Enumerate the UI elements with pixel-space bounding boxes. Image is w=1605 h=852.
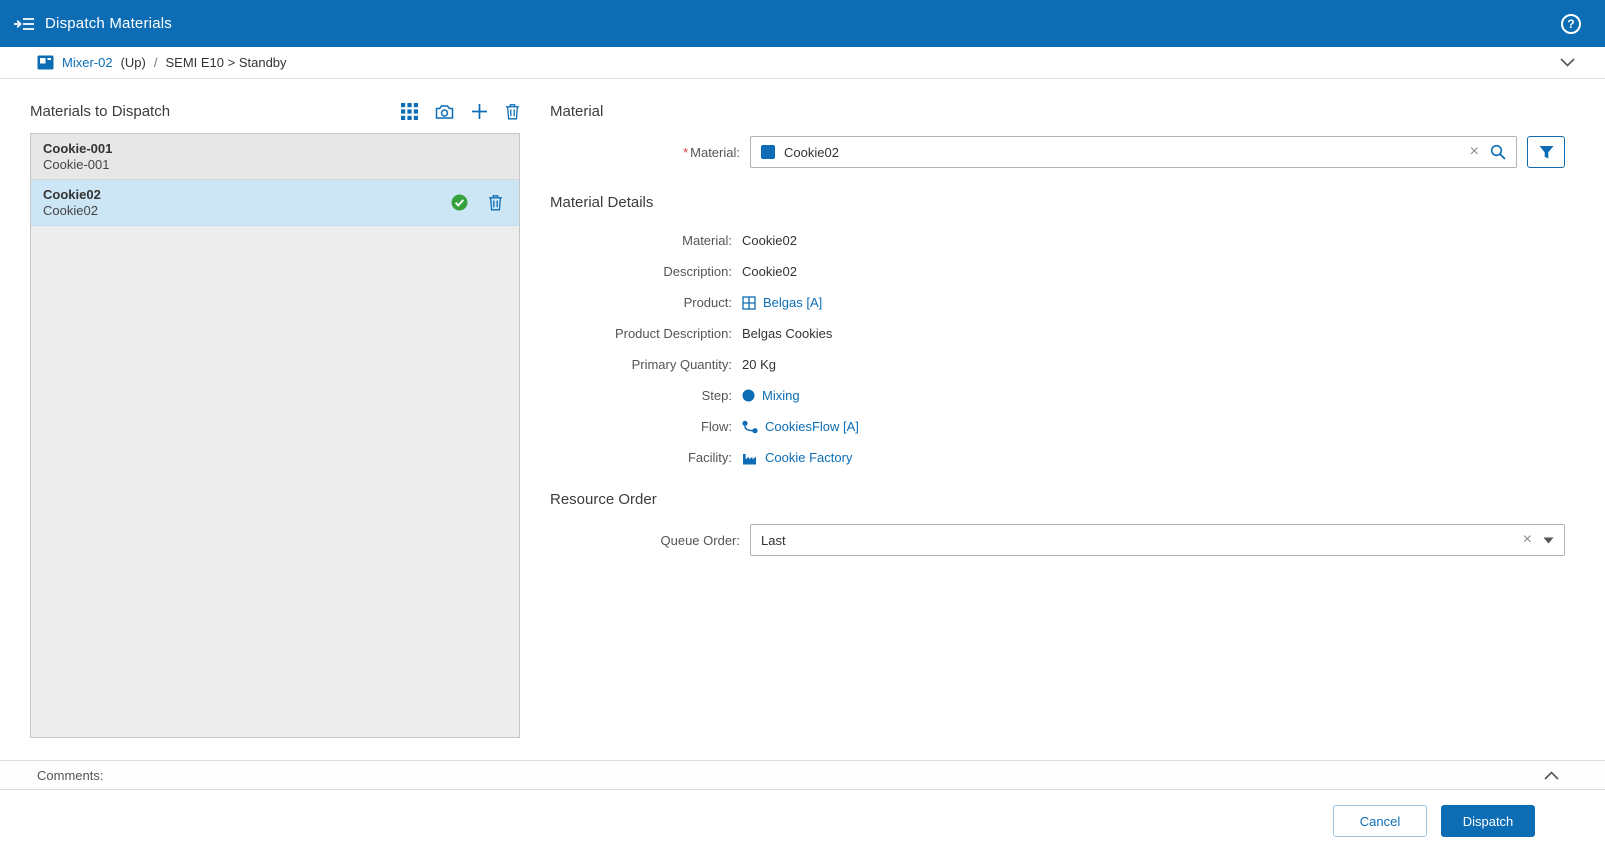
material-input[interactable]: Cookie02 × bbox=[750, 136, 1517, 168]
material-type-icon bbox=[761, 145, 775, 159]
material-input-value: Cookie02 bbox=[784, 144, 839, 160]
material-details-title: Material Details bbox=[550, 194, 654, 211]
resource-order-title: Resource Order bbox=[550, 491, 657, 508]
grid-view-icon[interactable] bbox=[401, 103, 418, 120]
list-item[interactable]: Cookie-001 Cookie-001 bbox=[31, 134, 519, 180]
required-marker: * bbox=[683, 144, 689, 160]
dispatch-button[interactable]: Dispatch bbox=[1441, 805, 1535, 837]
materials-list: Cookie-001 Cookie-001 Cookie02 Cookie02 bbox=[30, 133, 520, 738]
material-name: Cookie-001 bbox=[43, 140, 113, 156]
queue-order-label: Queue Order: bbox=[660, 532, 741, 548]
breadcrumb-separator: / bbox=[153, 55, 158, 70]
main-content: Materials to Dispatch Cookie-001 Cookie-… bbox=[0, 79, 1605, 760]
facility-icon bbox=[742, 451, 758, 465]
detail-row-flow: Flow: CookiesFlow [A] bbox=[700, 419, 859, 434]
breadcrumb-state: SEMI E10 > Standby bbox=[165, 55, 287, 70]
materials-panel-title: Materials to Dispatch bbox=[30, 103, 171, 120]
delete-icon[interactable] bbox=[505, 103, 520, 120]
filter-button[interactable] bbox=[1527, 136, 1565, 168]
breadcrumb-resource-link[interactable]: Mixer-02 bbox=[62, 55, 113, 70]
queue-order-field-row: Queue Order: Last × bbox=[550, 524, 1565, 556]
title-bar: Dispatch Materials ? bbox=[0, 0, 1605, 47]
dropdown-caret-icon[interactable] bbox=[1543, 537, 1554, 544]
filter-icon bbox=[1539, 145, 1554, 160]
queue-order-select[interactable]: Last × bbox=[750, 524, 1565, 556]
material-name: Cookie02 bbox=[43, 186, 101, 202]
material-form-panel: Material * Material: Cookie02 × Material… bbox=[550, 103, 1565, 760]
flow-link[interactable]: CookiesFlow [A] bbox=[765, 419, 859, 434]
step-link[interactable]: Mixing bbox=[762, 388, 800, 403]
list-item-selected[interactable]: Cookie02 Cookie02 bbox=[31, 180, 519, 226]
clear-icon[interactable]: × bbox=[1521, 532, 1534, 548]
clear-icon[interactable]: × bbox=[1468, 144, 1481, 160]
detail-row-product-description: Product Description: Belgas Cookies bbox=[614, 326, 833, 341]
add-icon[interactable] bbox=[471, 103, 488, 120]
detail-row-primary-quantity: Primary Quantity: 20 Kg bbox=[631, 357, 776, 372]
valid-check-icon bbox=[451, 194, 468, 211]
material-description: Cookie-001 bbox=[43, 156, 110, 172]
materials-panel: Materials to Dispatch Cookie-001 Cookie-… bbox=[30, 103, 520, 760]
product-icon bbox=[742, 295, 756, 310]
material-details: Material: Cookie02 Description: Cookie02… bbox=[550, 225, 1565, 473]
material-description: Cookie02 bbox=[43, 202, 98, 218]
facility-link[interactable]: Cookie Factory bbox=[765, 450, 852, 465]
detail-row-product: Product: Belgas [A] bbox=[683, 295, 823, 310]
breadcrumb-up-label: (Up) bbox=[120, 55, 146, 70]
dispatch-icon bbox=[14, 16, 35, 32]
detail-row-step: Step: Mixing bbox=[701, 388, 800, 403]
step-icon bbox=[742, 389, 755, 402]
detail-row-description: Description: Cookie02 bbox=[663, 264, 797, 279]
material-field-label: * Material: bbox=[683, 144, 740, 160]
comments-label: Comments: bbox=[37, 767, 104, 783]
footer-actions: Cancel Dispatch bbox=[0, 790, 1605, 852]
cancel-button[interactable]: Cancel bbox=[1333, 805, 1427, 837]
breadcrumb: Mixer-02 (Up) / SEMI E10 > Standby bbox=[0, 47, 1605, 79]
materials-toolbar bbox=[401, 103, 520, 120]
row-delete-icon[interactable] bbox=[488, 194, 503, 211]
resource-icon bbox=[37, 55, 54, 70]
page-title: Dispatch Materials bbox=[45, 15, 172, 32]
material-section-title: Material bbox=[550, 103, 604, 120]
help-icon[interactable]: ? bbox=[1561, 13, 1581, 34]
chevron-up-icon[interactable] bbox=[1544, 770, 1559, 780]
material-field-row: * Material: Cookie02 × bbox=[550, 136, 1565, 168]
detail-row-material: Material: Cookie02 bbox=[682, 233, 797, 248]
chevron-down-icon[interactable] bbox=[1560, 58, 1575, 67]
product-link[interactable]: Belgas [A] bbox=[763, 295, 822, 310]
dispatch-materials-window: Dispatch Materials ? Mixer-02 (Up) / SEM… bbox=[0, 0, 1605, 852]
detail-row-facility: Facility: Cookie Factory bbox=[687, 450, 853, 465]
flow-icon bbox=[742, 420, 758, 434]
queue-order-value: Last bbox=[761, 532, 786, 548]
comments-bar[interactable]: Comments: bbox=[0, 760, 1605, 790]
camera-icon[interactable] bbox=[435, 104, 454, 120]
search-icon[interactable] bbox=[1490, 144, 1506, 160]
